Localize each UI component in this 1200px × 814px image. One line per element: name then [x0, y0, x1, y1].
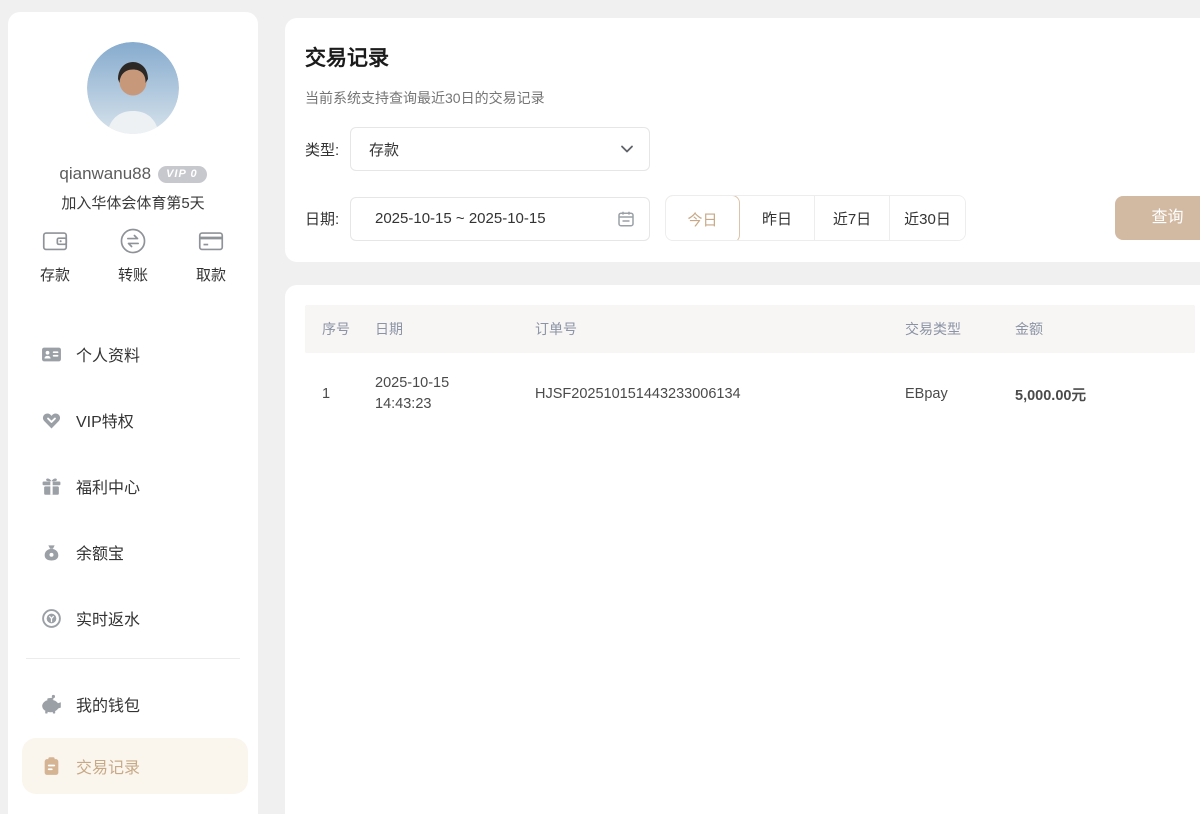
bank-card-icon [196, 226, 226, 256]
cell-date-day: 2025-10-15 [375, 373, 535, 394]
header-order-no: 订单号 [535, 319, 905, 339]
username: qianwanu88 [59, 164, 151, 184]
page-subtitle: 当前系统支持查询最近30日的交易记录 [305, 88, 1200, 108]
range-yesterday-button[interactable]: 昨日 [740, 196, 815, 240]
id-card-icon [40, 343, 62, 365]
sidebar-item-label: 实时返水 [76, 606, 140, 630]
cell-order-no: HJSF202510151443233006134 [535, 386, 905, 402]
date-range-value: 2025-10-15 ~ 2025-10-15 [375, 210, 546, 227]
header-date: 日期 [375, 319, 535, 339]
vip-icon [40, 409, 62, 431]
header-index: 序号 [322, 319, 375, 339]
sidebar: qianwanu88 VIP 0 加入华体会体育第5天 存款 [8, 12, 258, 814]
transfer-action[interactable]: 转账 [100, 226, 166, 285]
sidebar-item-yuebao[interactable]: 余额宝 [22, 532, 248, 572]
sidebar-item-benefits[interactable]: 福利中心 [22, 466, 248, 506]
quick-action-label: 取款 [196, 264, 226, 285]
transfer-icon [118, 226, 148, 256]
cell-amount: 5,000.00元 [1015, 384, 1195, 405]
cell-type: EBpay [905, 386, 1015, 402]
range-7days-button[interactable]: 近7日 [815, 196, 890, 240]
sidebar-item-profile[interactable]: 个人资料 [22, 334, 248, 374]
sidebar-item-label: VIP特权 [76, 408, 134, 432]
sidebar-item-label: 个人资料 [76, 342, 140, 366]
sidebar-item-my-wallet[interactable]: 我的钱包 [22, 684, 248, 724]
transaction-type-select[interactable]: 存款 [350, 127, 650, 171]
deposit-action[interactable]: 存款 [22, 226, 88, 285]
piggy-bank-icon [40, 693, 62, 715]
transaction-record-icon [40, 755, 62, 777]
sidebar-menu: 个人资料 VIP特权 福利中心 [22, 334, 248, 638]
page-title: 交易记录 [305, 42, 1200, 72]
wallet-menu: 我的钱包 交易记录 [22, 684, 248, 794]
date-filter-label: 日期: [305, 208, 350, 229]
avatar[interactable] [87, 42, 179, 134]
sidebar-item-label: 我的钱包 [76, 692, 140, 716]
cell-date-time: 14:43:23 [375, 394, 535, 415]
range-today-button[interactable]: 今日 [665, 195, 740, 241]
withdraw-action[interactable]: 取款 [178, 226, 244, 285]
records-table-panel: 序号 日期 订单号 交易类型 金额 1 2025-10-15 14:43:23 … [285, 285, 1200, 814]
table-header-row: 序号 日期 订单号 交易类型 金额 [305, 305, 1195, 353]
sidebar-item-transaction-records[interactable]: 交易记录 [22, 738, 248, 794]
money-bag-icon [40, 541, 62, 563]
sidebar-item-vip[interactable]: VIP特权 [22, 400, 248, 440]
header-amount: 金额 [1015, 319, 1195, 339]
filter-panel: 交易记录 当前系统支持查询最近30日的交易记录 类型: 存款 日期: 2025-… [285, 18, 1200, 262]
cell-date: 2025-10-15 14:43:23 [375, 373, 535, 415]
quick-action-label: 转账 [118, 264, 148, 285]
wallet-icon [40, 226, 70, 256]
quick-action-label: 存款 [40, 264, 70, 285]
sidebar-divider [26, 658, 240, 659]
header-type: 交易类型 [905, 319, 1015, 339]
sidebar-item-label: 福利中心 [76, 474, 140, 498]
vip-badge: VIP 0 [158, 166, 207, 183]
gift-icon [40, 475, 62, 497]
chevron-down-icon [619, 141, 635, 157]
quick-actions: 存款 转账 取款 [22, 226, 244, 285]
sidebar-item-label: 交易记录 [76, 754, 140, 778]
selected-type-value: 存款 [369, 139, 399, 160]
rebate-coin-icon [40, 607, 62, 629]
cell-index: 1 [322, 386, 375, 402]
sidebar-item-rebate[interactable]: 实时返水 [22, 598, 248, 638]
quick-range-group: 今日 昨日 近7日 近30日 [665, 195, 966, 241]
calendar-icon [617, 210, 635, 228]
sidebar-item-label: 余额宝 [76, 540, 124, 564]
table-row: 1 2025-10-15 14:43:23 HJSF20251015144323… [305, 365, 1195, 423]
type-filter-label: 类型: [305, 139, 350, 160]
date-range-input[interactable]: 2025-10-15 ~ 2025-10-15 [350, 197, 650, 241]
range-30days-button[interactable]: 近30日 [890, 196, 965, 240]
query-button[interactable]: 查询 [1115, 196, 1200, 240]
join-days-text: 加入华体会体育第5天 [8, 192, 258, 213]
